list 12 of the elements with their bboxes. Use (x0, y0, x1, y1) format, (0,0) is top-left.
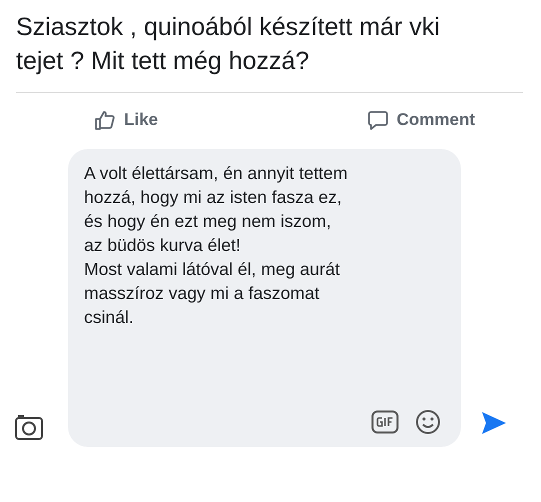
post-text: Sziasztok , quinoából készített már vki tejet ? Mit tett még hozzá? (16, 12, 441, 77)
comment-text: Most valami látóval él, meg aurát masszíroz vagy mi a faszomat csinál. (84, 258, 341, 329)
like-button[interactable]: Like (92, 107, 160, 133)
gif-icon[interactable] (371, 410, 399, 434)
smiley-icon[interactable] (415, 409, 441, 435)
comment-text: A volt élettársam, én annyit tettem hozzá, hogy mi az isten fasza ez, és hogy én ezt meg nem iszom, az büdös kurva élet! (84, 162, 349, 257)
comment-button[interactable]: Comment (364, 107, 477, 133)
speech-bubble-icon (366, 109, 389, 131)
camera-icon[interactable] (14, 413, 44, 441)
comment-input[interactable]: A volt élettársam, én annyit tettem hozzá, hogy mi az isten fasza ez, és hogy én ezt meg nem iszom, az büdös kurva élet! Most valami látóval él, meg aurát masszíroz vagy mi a faszomat csinál. (68, 149, 461, 447)
send-icon[interactable] (481, 411, 507, 435)
thumbs-up-icon (94, 109, 116, 131)
